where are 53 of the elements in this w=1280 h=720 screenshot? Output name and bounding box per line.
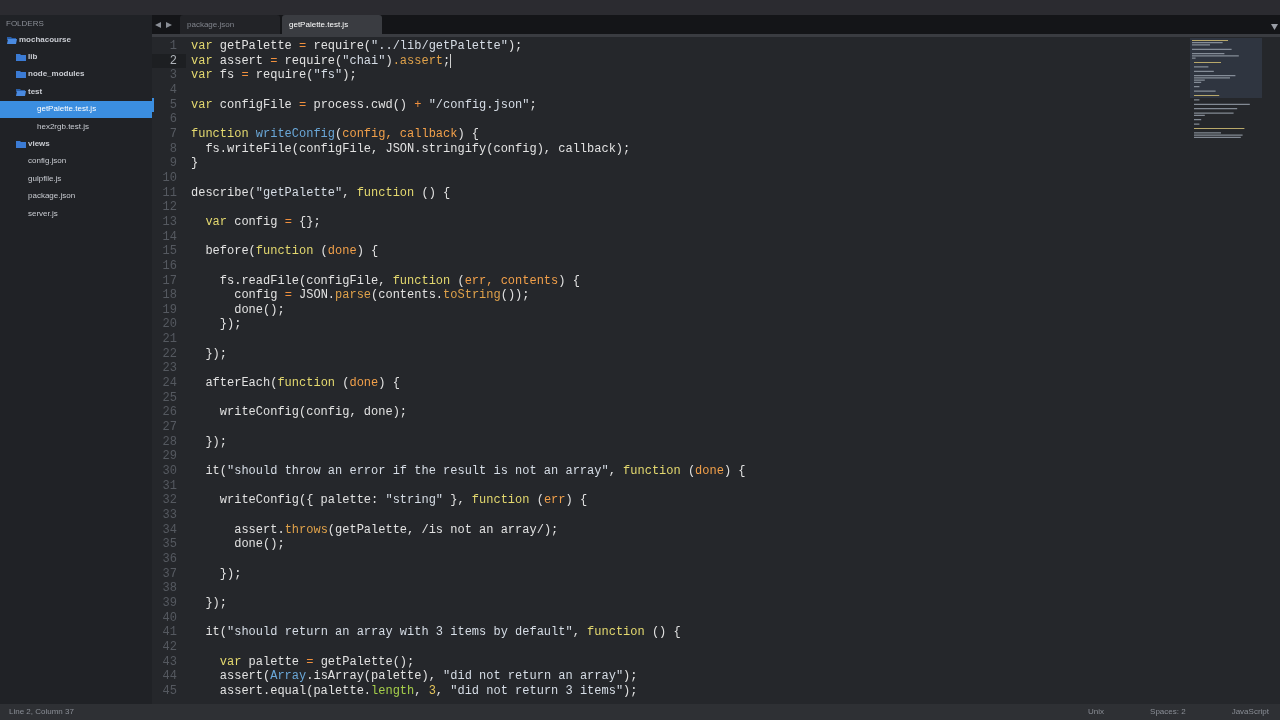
code-line: fs.writeFile(configFile, JSON.stringify(config), callback);: [204, 141, 631, 157]
code-line: before(function (done) {: [204, 244, 379, 259]
dropdown-icon[interactable]: [1271, 24, 1278, 30]
file-item[interactable]: config.json: [0, 152, 152, 171]
code-line: fs.readFile(configFile, function (err, contents) {: [218, 273, 580, 289]
code-line: var assert = require("chai").assert;: [190, 53, 452, 69]
folder-item[interactable]: test: [0, 83, 152, 101]
open-folder-icon: [7, 35, 17, 44]
status-item[interactable]: Unix: [1088, 706, 1105, 718]
code-line: describe("getPalette", function () {: [190, 185, 451, 201]
status-item[interactable]: Spaces: 2: [1150, 706, 1186, 718]
code-line: });: [204, 346, 227, 362]
code-line: config = JSON.parse(contents.toString());: [233, 288, 530, 303]
right-arrow-icon[interactable]: [166, 21, 172, 28]
file-item[interactable]: hex2rgb.test.js: [0, 117, 152, 136]
code-line: var configFile = process.cwd() + "/config.json";: [190, 97, 537, 113]
file-item[interactable]: package.json: [0, 187, 152, 205]
code-line: assert.equal(palette.length, 3, "did not return 3 items");: [218, 683, 638, 699]
open-folder-icon: [16, 87, 26, 96]
code-line: var config = {};: [204, 214, 321, 230]
code-line: var fs = require("fs");: [190, 68, 357, 83]
code-line: it("should throw an error if the result is not an array", function (done) {: [204, 464, 746, 479]
code-line: var palette = getPalette();: [218, 654, 415, 670]
code-line: assert.throws(getPalette, /is not an array/);: [233, 522, 559, 538]
text-cursor: [450, 53, 452, 68]
code-line: });: [218, 566, 242, 582]
cursor-position: Line 2, Column 37: [9, 706, 75, 718]
folder-item[interactable]: views: [0, 135, 152, 153]
folder-icon: [16, 140, 26, 149]
left-arrow-icon[interactable]: [155, 21, 161, 28]
code-line: });: [218, 317, 242, 333]
file-item[interactable]: server.js: [0, 204, 152, 223]
sidebar-header: FOLDERS: [5, 19, 45, 28]
code-line: var getPalette = require("../lib/getPalette");: [190, 39, 523, 54]
code-line: }: [190, 156, 199, 171]
file-item[interactable]: gulpfile.js: [0, 170, 152, 188]
code-line: afterEach(function (done) {: [204, 376, 400, 391]
code-line: assert(Array.isArray(palette), "did not return an array");: [218, 669, 638, 684]
code-line: writeConfig(config, done);: [218, 405, 408, 421]
code-line: });: [204, 434, 227, 450]
status-item[interactable]: JavaScript: [1231, 706, 1269, 718]
code-line: it("should return an array with 3 items by default", function () {: [204, 625, 681, 640]
code-line: function writeConfig(config, callback) {: [190, 126, 480, 142]
folder-item[interactable]: mochacourse: [0, 31, 152, 49]
line-number: 2: [169, 53, 177, 69]
code-line: done();: [233, 537, 285, 552]
file-tab[interactable]: getPalette.test.js: [282, 15, 382, 34]
code-line: });: [204, 595, 227, 611]
folder-item[interactable]: node_modules: [0, 65, 152, 84]
code-line: writeConfig({ palette: "string" }, function (err) {: [218, 493, 588, 508]
code-line: done();: [233, 302, 285, 318]
file-tab[interactable]: package.json: [180, 15, 280, 34]
folder-item[interactable]: lib: [0, 48, 152, 66]
